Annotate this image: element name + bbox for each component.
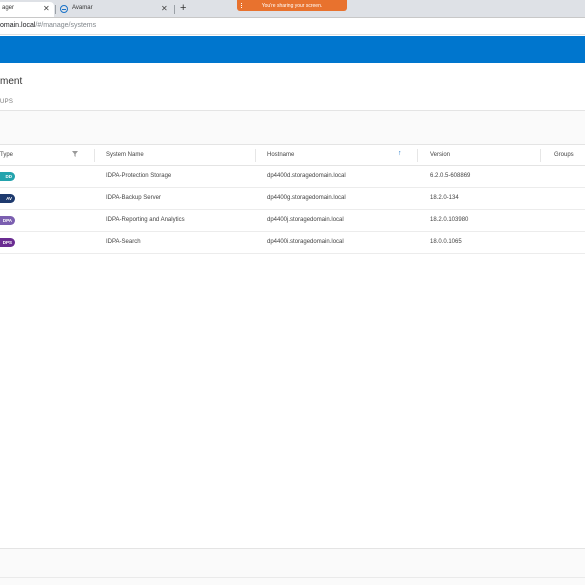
system-name-cell[interactable]: IDPA-Backup Server (106, 195, 161, 201)
column-divider (540, 149, 541, 162)
column-header-version[interactable]: Version (430, 152, 450, 158)
hostname-cell: dp4400d.storagedomain.local (267, 173, 346, 179)
version-cell: 18.2.0.103980 (430, 217, 469, 223)
groups-tab[interactable]: UPS (0, 99, 13, 105)
table-row[interactable]: DPS IDPA-Search dp4400i.storagedomain.loca… (0, 232, 585, 254)
close-tab-icon[interactable]: ✕ (161, 4, 168, 13)
filter-icon[interactable] (72, 151, 78, 157)
version-cell: 18.2.0-134 (430, 195, 459, 201)
sharing-banner-text: You're sharing your screen. (261, 2, 323, 9)
table-header-row: Type System Name Hostname ↑ Version Grou… (0, 144, 585, 166)
app-header-bar (0, 36, 585, 63)
hostname-cell: dp4400j.storagedomain.local (267, 217, 344, 223)
system-name-cell[interactable]: IDPA-Reporting and Analytics (106, 217, 185, 223)
url-path: /#/manage/systems (35, 22, 97, 29)
column-header-type[interactable]: Type (0, 152, 13, 158)
system-type-badge: DPA (0, 216, 15, 225)
column-divider (94, 149, 95, 162)
url-host: omain.local (0, 22, 36, 29)
hostname-cell: dp4400i.storagedomain.local (267, 239, 344, 245)
systems-table: Type System Name Hostname ↑ Version Grou… (0, 144, 585, 254)
page-footer (0, 549, 585, 585)
url-text[interactable]: omain.local/#/manage/systems (0, 22, 96, 29)
address-bar[interactable]: omain.local/#/manage/systems (0, 18, 585, 35)
screen-sharing-banner[interactable]: You're sharing your screen. (237, 0, 347, 11)
table-row[interactable]: DPA IDPA-Reporting and Analytics dp4400j.s… (0, 210, 585, 232)
tab-label: ager (2, 5, 15, 11)
column-divider (417, 149, 418, 162)
system-name-cell[interactable]: IDPA-Protection Storage (106, 173, 171, 179)
system-name-cell[interactable]: IDPA-Search (106, 239, 141, 245)
table-row[interactable]: AV IDPA-Backup Server dp4400g.storagedomai… (0, 188, 585, 210)
column-divider (255, 149, 256, 162)
column-header-groups[interactable]: Groups (554, 152, 574, 158)
avamar-favicon-icon (60, 5, 68, 13)
new-tab-button[interactable]: + (180, 2, 186, 14)
page-title: ment (0, 76, 23, 87)
table-row[interactable]: DD IDPA-Protection Storage dp4400d.storage… (0, 166, 585, 188)
close-tab-icon[interactable]: ✕ (43, 4, 50, 13)
footer-divider (0, 577, 585, 578)
drag-handle-icon[interactable] (241, 3, 242, 8)
sort-ascending-icon[interactable]: ↑ (398, 150, 402, 157)
system-type-badge: AV (0, 194, 15, 203)
browser-tab-active[interactable]: ager ✕ (0, 2, 54, 18)
column-header-system-name[interactable]: System Name (106, 152, 144, 158)
version-cell: 6.2.0.5-608869 (430, 173, 471, 179)
tab-label: Avamar (72, 5, 93, 11)
system-type-badge: DPS (0, 238, 15, 247)
version-cell: 18.0.0.1065 (430, 239, 462, 245)
column-header-hostname[interactable]: Hostname (267, 152, 294, 158)
hostname-cell: dp4400g.storagedomain.local (267, 195, 346, 201)
table-toolbar (0, 111, 585, 144)
tab-divider (174, 5, 175, 14)
browser-tab-avamar[interactable]: Avamar ✕ (56, 2, 170, 18)
system-type-badge: DD (0, 172, 15, 181)
